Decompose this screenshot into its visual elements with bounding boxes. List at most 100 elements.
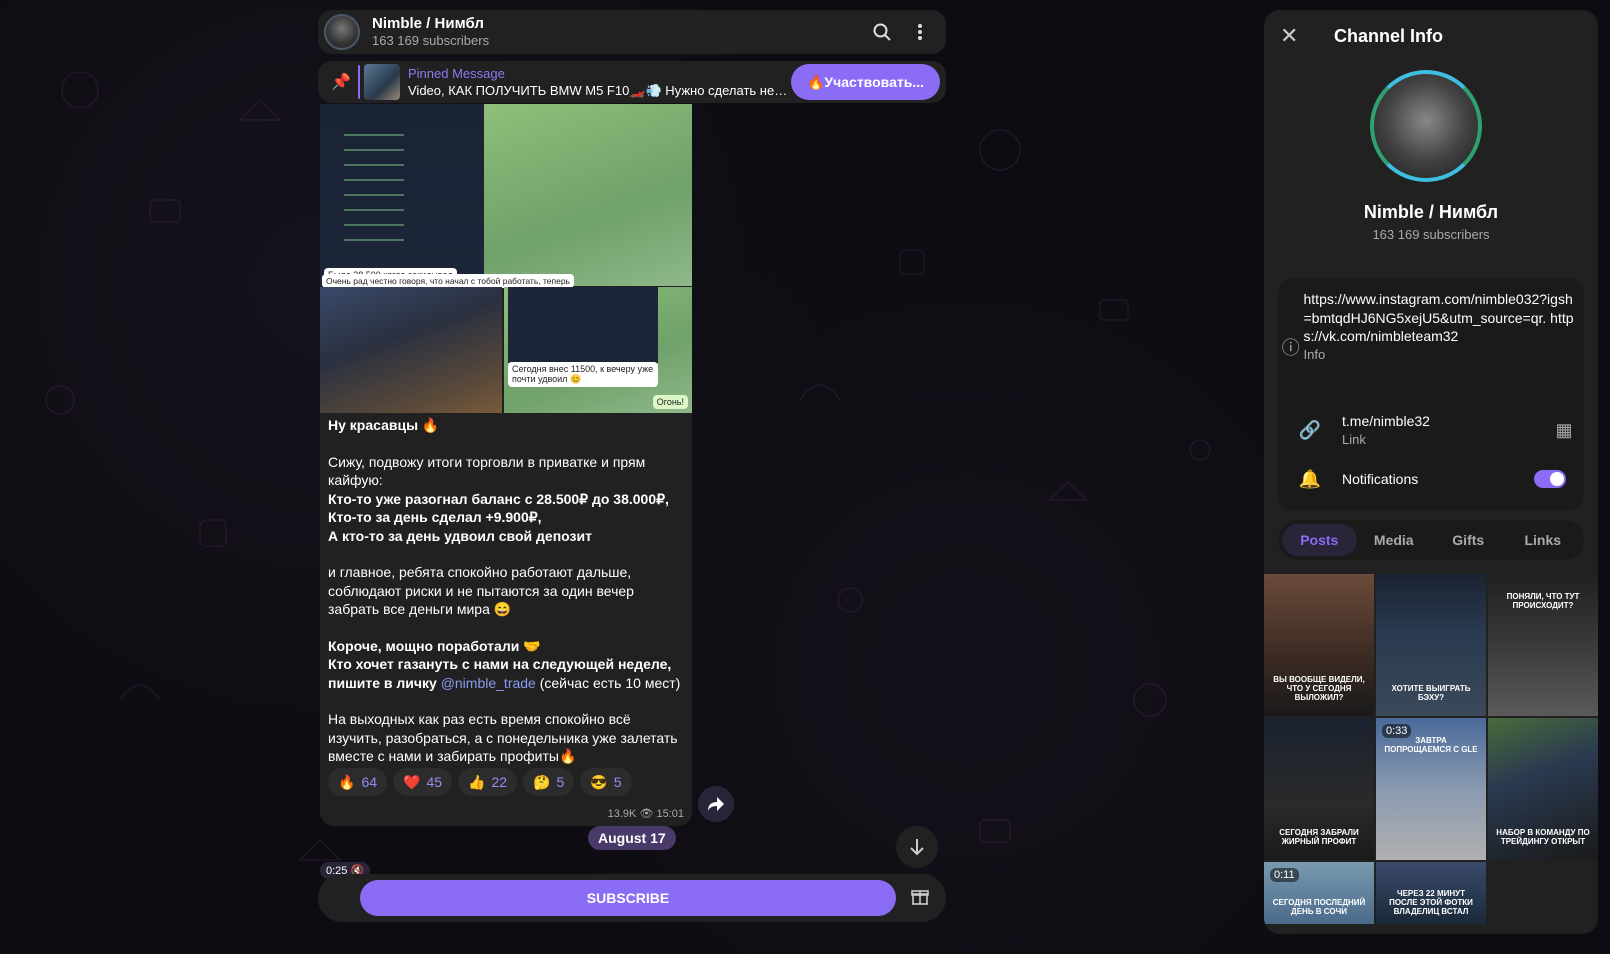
screenshot-image-1[interactable]: Было 28,500 когда закидывал [320, 104, 484, 286]
chat-title: Nimble / Нимбл [372, 15, 484, 32]
grid-caption: ПОНЯЛИ, ЧТО ТУТ ПРОИСХОДИТ? [1506, 592, 1580, 610]
gift-icon[interactable] [902, 887, 938, 910]
post-paragraph-4c: (сейчас есть 10 мест) [539, 674, 681, 691]
subscribe-button[interactable]: SUBSCRIBE [360, 880, 896, 916]
bell-icon: 🔔 [1298, 468, 1322, 489]
link-icon: 🔗 [1298, 419, 1322, 440]
grid-caption: ХОТИТЕ ВЫИГРАТЬ БЭХУ? [1391, 684, 1471, 702]
grid-item[interactable]: ПОНЯЛИ, ЧТО ТУТ ПРОИСХОДИТ? [1488, 574, 1598, 716]
pinned-message-text: Video, КАК ПОЛУЧИТЬ BMW M5 F10🏎️💨 Нужно … [408, 82, 788, 98]
info-card: ⓘ https://www.instagram.com/nimble032?ig… [1278, 278, 1584, 510]
grid-caption: НАБОР В КОМАНДУ ПО ТРЕЙДИНГУ ОТКРЫТ [1496, 828, 1590, 846]
info-header: ✕ Channel Info [1264, 10, 1598, 62]
post-line-3: Кто-то уже разогнал баланс с 28.500₽ до … [328, 490, 669, 507]
notifications-label: Notifications [1342, 470, 1419, 487]
notifications-toggle[interactable] [1534, 470, 1566, 488]
qr-code-icon[interactable]: ▦ [1544, 420, 1584, 441]
link-row[interactable]: 🔗 t.me/nimble32 Link ▦ [1278, 412, 1584, 449]
screenshot-image-2[interactable] [484, 104, 692, 286]
close-icon[interactable]: ✕ [1280, 23, 1320, 49]
grid-caption: ЧЕРЕЗ 22 МИНУТ ПОСЛЕ ЭТОЙ ФОТКИ ВЛАДЕЛИЦ… [1389, 889, 1473, 916]
grid-item[interactable]: ВЫ ВООБЩЕ ВИДЕЛИ, ЧТО У СЕГОДНЯ ВЫЛОЖИЛ? [1264, 574, 1374, 716]
grid-duration: 0:11 [1270, 868, 1299, 882]
grid-item[interactable]: ХОТИТЕ ВЫИГРАТЬ БЭХУ? [1376, 574, 1486, 716]
post-paragraph-4a: Короче, мощно поработали 🤝 [328, 637, 541, 654]
info-title: Channel Info [1334, 25, 1443, 46]
grid-caption: ЗАВТРА ПОПРОЩАЕМСЯ С GLE [1384, 736, 1478, 754]
post-meta: 13.9K 👁 15:01 [608, 807, 684, 820]
chat-title-block[interactable]: Nimble / Нимбл 163 169 subscribers [372, 15, 860, 49]
info-tabs: Posts Media Gifts Links [1278, 520, 1584, 560]
grid-caption: СЕГОДНЯ ПОСЛЕДНИЙ ДЕНЬ В СОЧИ [1272, 898, 1366, 916]
reaction-count: 5 [556, 774, 565, 790]
bio-row[interactable]: ⓘ https://www.instagram.com/nimble032?ig… [1278, 290, 1584, 364]
pinned-text: Pinned Message Video, КАК ПОЛУЧИТЬ BMW M… [408, 66, 791, 99]
chat-subtitle: 163 169 subscribers [372, 33, 490, 48]
screenshot-image-3[interactable] [320, 287, 502, 413]
posts-grid: ВЫ ВООБЩЕ ВИДЕЛИ, ЧТО У СЕГОДНЯ ВЫЛОЖИЛ?… [1264, 574, 1598, 924]
notifications-row[interactable]: 🔔 Notifications [1278, 464, 1584, 494]
reaction-fire[interactable]: 🔥 64 [328, 768, 388, 796]
pin-indicator [358, 65, 360, 99]
grid-caption: СЕГОДНЯ ЗАБРАЛИ ЖИРНЫЙ ПРОФИТ [1279, 828, 1359, 846]
pinned-message-bar[interactable]: 📌 Pinned Message Video, КАК ПОЛУЧИТЬ BMW… [318, 61, 946, 103]
grid-caption: ВЫ ВООБЩЕ ВИДЕЛИ, ЧТО У СЕГОДНЯ ВЫЛОЖИЛ? [1273, 675, 1365, 702]
reaction-thinking[interactable]: 🤔 5 [523, 768, 575, 796]
mention-link[interactable]: @nimble_trade [441, 675, 536, 691]
reaction-heart[interactable]: ❤️ 45 [393, 768, 453, 796]
eye-icon: 👁 [639, 808, 654, 820]
grid-item[interactable]: 0:11 СЕГОДНЯ ПОСЛЕДНИЙ ДЕНЬ В СОЧИ [1264, 862, 1374, 924]
pin-icon[interactable]: 📌 [324, 72, 358, 92]
more-vertical-icon[interactable] [904, 16, 936, 48]
channel-avatar[interactable] [324, 14, 360, 50]
tab-gifts[interactable]: Gifts [1431, 524, 1506, 556]
reaction-thumbs-up[interactable]: 👍 22 [458, 768, 518, 796]
pinned-label: Pinned Message [408, 65, 505, 81]
grid-item[interactable]: ЧЕРЕЗ 22 МИНУТ ПОСЛЕ ЭТОЙ ФОТКИ ВЛАДЕЛИЦ… [1376, 862, 1486, 924]
channel-name: Nimble / Нимбл [1363, 202, 1499, 222]
post-line-1: Ну красавцы 🔥 [328, 417, 440, 433]
post-paragraph-3: и главное, ребята спокойно работают даль… [328, 564, 634, 617]
bio-caption: Info [1303, 346, 1326, 362]
post-media-middle[interactable]: Сегодня внес 11500, к вечеру уже почти у… [320, 287, 692, 413]
reaction-count: 22 [491, 774, 508, 790]
post-text: Ну красавцы 🔥 Сижу, подвожу итоги торгов… [328, 416, 684, 784]
post-paragraph-5: На выходных как раз есть время спокойно … [328, 711, 678, 764]
search-icon[interactable] [866, 16, 898, 48]
channel-info-panel: ✕ Channel Info Nimble / Нимбл 163 169 su… [1264, 10, 1598, 934]
grid-item[interactable]: НАБОР В КОМАНДУ ПО ТРЕЙДИНГУ ОТКРЫТ [1488, 718, 1598, 860]
reactions-row: 🔥 64 ❤️ 45 👍 22 🤔 5 😎 5 [328, 768, 632, 796]
screenshot-lines [344, 134, 404, 254]
screenshot-caption-4: Огонь! [652, 395, 688, 409]
channel-big-avatar[interactable] [1370, 70, 1482, 182]
forward-icon[interactable] [698, 786, 734, 822]
grid-item[interactable]: 0:33 ЗАВТРА ПОПРОЩАЕМСЯ С GLE [1376, 718, 1486, 860]
post-line-5: А кто-то за день удвоил свой депозит [328, 527, 592, 544]
post-paragraph-2: Сижу, подвожу итоги торговли в приватке … [328, 453, 646, 489]
post-line-4: Кто-то за день сделал +9.900₽, [328, 509, 542, 525]
info-icon: ⓘ [1281, 338, 1300, 358]
link-caption: Link [1342, 431, 1366, 447]
tab-media[interactable]: Media [1357, 524, 1432, 556]
grid-item[interactable]: СЕГОДНЯ ЗАБРАЛИ ЖИРНЫЙ ПРОФИТ [1264, 718, 1374, 860]
reaction-emoji: ❤️ [403, 773, 421, 790]
participate-button[interactable]: 🔥Участвовать... [790, 64, 940, 100]
reaction-emoji: 🔥 [338, 773, 356, 790]
composer-bar: SUBSCRIBE [318, 874, 946, 922]
reaction-cool[interactable]: 😎 5 [580, 768, 632, 796]
reaction-emoji: 👍 [468, 773, 486, 790]
tab-links[interactable]: Links [1506, 524, 1581, 556]
bio-text: https://www.instagram.com/nimble032?igsh… [1303, 291, 1574, 344]
grid-empty [1488, 862, 1598, 924]
reaction-count: 45 [426, 774, 443, 790]
post-media-top[interactable]: Было 28,500 когда закидывал Очень рад че… [320, 104, 692, 288]
tab-posts[interactable]: Posts [1282, 524, 1357, 556]
reaction-count: 5 [613, 774, 622, 790]
reaction-emoji: 🤔 [533, 773, 551, 790]
chat-header[interactable]: Nimble / Нимбл 163 169 subscribers [318, 10, 946, 54]
link-text: t.me/nimble32 [1342, 413, 1430, 429]
screenshot-caption-2: Очень рад честно говоря, что начал с тоб… [322, 274, 574, 288]
screenshot-dark-panel [508, 287, 658, 363]
screenshot-image-4[interactable]: Сегодня внес 11500, к вечеру уже почти у… [504, 287, 692, 413]
scroll-down-icon[interactable] [896, 826, 938, 868]
